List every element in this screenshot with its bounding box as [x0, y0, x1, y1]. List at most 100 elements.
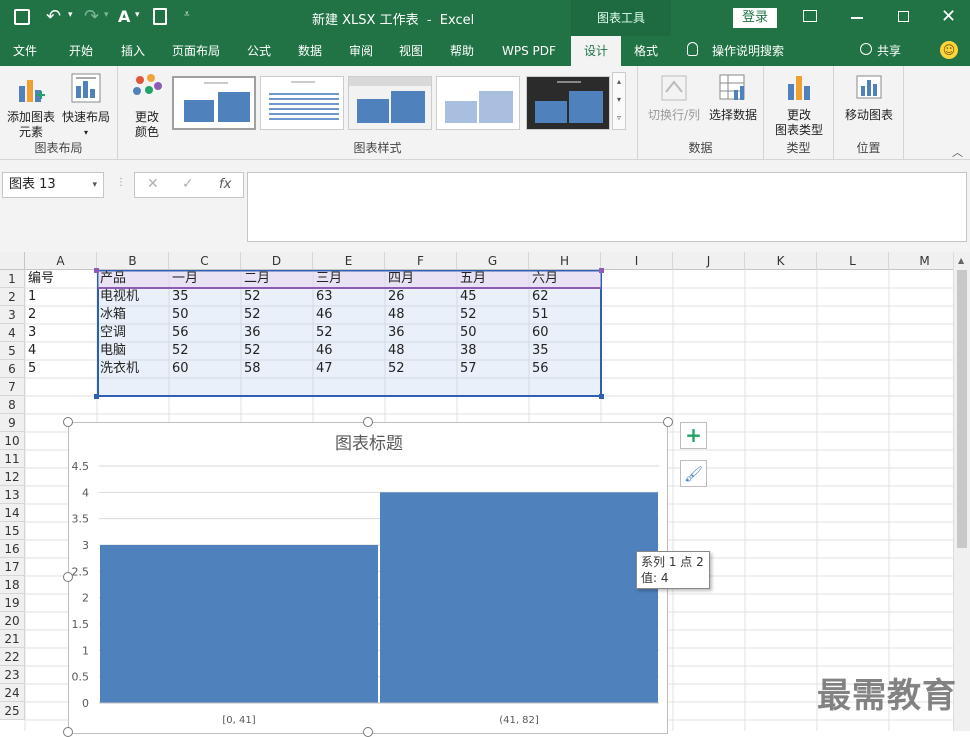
tab-help[interactable]: 帮助	[450, 36, 474, 66]
cell-H2[interactable]: 62	[529, 288, 601, 306]
cell-E6[interactable]: 47	[313, 360, 385, 378]
tab-file[interactable]: 文件	[13, 36, 37, 66]
cell-B3[interactable]: 冰箱	[97, 306, 169, 324]
quick-layout-button[interactable]: 快速布局 ▾	[58, 72, 114, 140]
insert-function-icon[interactable]: fx	[219, 177, 231, 192]
cell-B5[interactable]: 电脑	[97, 342, 169, 360]
tab-wps-pdf[interactable]: WPS PDF	[502, 36, 556, 66]
cell-F1[interactable]: 四月	[385, 270, 457, 288]
login-button[interactable]: 登录	[733, 8, 777, 28]
chart-style-3[interactable]	[348, 76, 432, 130]
cell-G2[interactable]: 45	[457, 288, 529, 306]
cell-G5[interactable]: 38	[457, 342, 529, 360]
cell-E1[interactable]: 三月	[313, 270, 385, 288]
cell-B4[interactable]: 空调	[97, 324, 169, 342]
cell-C1[interactable]: 一月	[169, 270, 241, 288]
tab-design[interactable]: 设计	[571, 36, 621, 66]
cell-H3[interactable]: 51	[529, 306, 601, 324]
maximize-icon[interactable]	[898, 11, 909, 22]
cell-G3[interactable]: 52	[457, 306, 529, 324]
cell-H1[interactable]: 六月	[529, 270, 601, 288]
tab-review[interactable]: 审阅	[349, 36, 373, 66]
cell-E2[interactable]: 63	[313, 288, 385, 306]
tab-insert[interactable]: 插入	[121, 36, 145, 66]
cell-F3[interactable]: 48	[385, 306, 457, 324]
range-handle-tr[interactable]	[599, 268, 604, 273]
save-icon[interactable]	[14, 9, 30, 25]
format-painter-icon[interactable]: A	[118, 7, 130, 26]
tell-me-search[interactable]: 操作说明搜索	[712, 36, 784, 66]
cell-C3[interactable]: 50	[169, 306, 241, 324]
range-handle-br[interactable]	[599, 394, 604, 399]
chart-style-1[interactable]	[172, 76, 256, 130]
histogram-bar[interactable]	[100, 545, 378, 703]
cell-D3[interactable]: 52	[241, 306, 313, 324]
move-chart-button[interactable]: 移动图表	[838, 72, 900, 123]
scroll-thumb[interactable]	[957, 270, 967, 548]
cell-D4[interactable]: 36	[241, 324, 313, 342]
print-preview-icon[interactable]	[153, 8, 167, 25]
cell-C6[interactable]: 60	[169, 360, 241, 378]
cell-F4[interactable]: 36	[385, 324, 457, 342]
chart-style-5[interactable]	[526, 76, 610, 130]
chart-handle-middle-left[interactable]	[63, 572, 73, 582]
cell-A5[interactable]: 4	[25, 342, 97, 360]
scroll-up-icon[interactable]: ▲	[958, 256, 964, 265]
change-colors-button[interactable]: 更改 颜色	[124, 72, 170, 140]
cell-C5[interactable]: 52	[169, 342, 241, 360]
cell-H4[interactable]: 60	[529, 324, 601, 342]
chart-styles-button[interactable]: 🖌	[680, 460, 707, 487]
cell-F5[interactable]: 48	[385, 342, 457, 360]
cell-A3[interactable]: 2	[25, 306, 97, 324]
chart-style-4[interactable]	[436, 76, 520, 130]
customize-qat-icon[interactable]: ⩡	[184, 9, 190, 20]
tab-page-layout[interactable]: 页面布局	[172, 36, 220, 66]
cell-D2[interactable]: 52	[241, 288, 313, 306]
styles-gallery-scroll[interactable]: ▴ ▾ ▿	[612, 72, 626, 130]
cell-E5[interactable]: 46	[313, 342, 385, 360]
tab-data[interactable]: 数据	[298, 36, 322, 66]
undo-dropdown-icon[interactable]: ▾	[68, 10, 73, 20]
cell-C2[interactable]: 35	[169, 288, 241, 306]
tab-home[interactable]: 开始	[69, 36, 93, 66]
minimize-icon[interactable]	[851, 17, 863, 19]
cell-F2[interactable]: 26	[385, 288, 457, 306]
share-button[interactable]: 共享	[877, 36, 901, 66]
select-data-button[interactable]: 选择数据	[704, 72, 762, 123]
cell-D6[interactable]: 58	[241, 360, 313, 378]
cell-G4[interactable]: 50	[457, 324, 529, 342]
histogram-chart[interactable]: 图表标题 4.5 4 3.5 3 2.5 2 1.5 1 0.5 0 [0, 41] (41, 82]	[68, 422, 668, 734]
chart-handle-bottom-center[interactable]	[363, 727, 373, 737]
tab-view[interactable]: 视图	[399, 36, 423, 66]
font-dropdown-icon[interactable]: ▾	[135, 10, 140, 20]
formula-input[interactable]	[247, 172, 967, 242]
chart-handle-top-left[interactable]	[63, 417, 73, 427]
tab-formulas[interactable]: 公式	[247, 36, 271, 66]
chart-elements-button[interactable]: +	[680, 422, 707, 449]
vertical-scrollbar[interactable]: ▲	[953, 252, 970, 731]
cell-G6[interactable]: 57	[457, 360, 529, 378]
chart-handle-bottom-left[interactable]	[63, 727, 73, 737]
collapse-ribbon-icon[interactable]: ︿	[952, 144, 963, 160]
chart-plot-area[interactable]: 4.5 4 3.5 3 2.5 2 1.5 1 0.5 0 [0, 41] (41, 82]	[69, 423, 669, 735]
cell-D5[interactable]: 52	[241, 342, 313, 360]
smiley-icon[interactable]: ☺	[940, 41, 958, 59]
close-icon[interactable]: ✕	[941, 6, 956, 27]
chart-handle-top-right[interactable]	[663, 417, 673, 427]
add-chart-element-button[interactable]: 添加图表 元素	[4, 72, 58, 140]
cell-C4[interactable]: 56	[169, 324, 241, 342]
cell-B6[interactable]: 洗衣机	[97, 360, 169, 378]
range-handle-bl[interactable]	[94, 394, 99, 399]
name-box[interactable]: 图表 13 ▾	[2, 172, 104, 198]
histogram-bar[interactable]	[380, 492, 658, 703]
cell-B1[interactable]: 产品	[97, 270, 169, 288]
cell-E3[interactable]: 46	[313, 306, 385, 324]
cell-A4[interactable]: 3	[25, 324, 97, 342]
change-chart-type-button[interactable]: 更改 图表类型	[768, 72, 830, 138]
chart-handle-top-center[interactable]	[363, 417, 373, 427]
undo-icon[interactable]: ↶	[46, 6, 61, 27]
cell-A2[interactable]: 1	[25, 288, 97, 306]
name-box-dropdown-icon[interactable]: ▾	[92, 173, 97, 197]
range-handle-tl[interactable]	[94, 268, 99, 273]
tab-format[interactable]: 格式	[634, 36, 658, 66]
